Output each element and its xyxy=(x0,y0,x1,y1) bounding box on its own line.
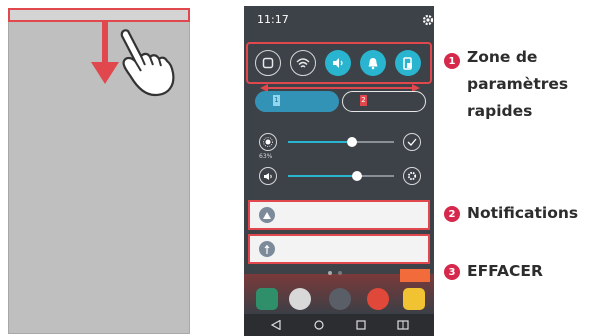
sim-card-1-label: 1 xyxy=(273,95,280,106)
callout-notifications: Notifications xyxy=(467,204,579,222)
dual-window-icon[interactable] xyxy=(397,320,409,330)
page-indicator-dot xyxy=(328,271,332,275)
usb-icon xyxy=(259,241,275,257)
notification-item-1[interactable] xyxy=(248,200,430,230)
clear-all-button[interactable] xyxy=(400,269,430,282)
browser-app-icon[interactable] xyxy=(367,288,389,310)
volume-knob[interactable] xyxy=(352,171,362,181)
warning-triangle-icon xyxy=(259,207,275,223)
recent-apps-icon[interactable] xyxy=(356,320,366,330)
sim-card-2-button[interactable]: 2 xyxy=(342,91,426,112)
settings-gear-icon[interactable] xyxy=(422,14,434,26)
callout-badge-2: 2 xyxy=(444,206,460,222)
status-time: 11:17 xyxy=(257,13,289,26)
apps-drawer-icon[interactable] xyxy=(329,288,351,310)
brightness-slider[interactable] xyxy=(288,137,394,147)
callout-clear: EFFACER xyxy=(467,262,543,280)
volume-fill xyxy=(288,175,357,177)
rotate-screen-icon[interactable] xyxy=(395,50,421,76)
volume-icon xyxy=(259,167,277,185)
callout-badge-1: 1 xyxy=(444,53,460,69)
status-bar-highlight[interactable] xyxy=(8,8,190,22)
phone-app-icon[interactable] xyxy=(256,288,278,310)
callout-badge-3: 3 xyxy=(444,264,460,280)
back-icon[interactable] xyxy=(271,320,281,330)
screen-capture-icon[interactable] xyxy=(255,50,281,76)
notification-bell-icon[interactable] xyxy=(360,50,386,76)
brightness-knob[interactable] xyxy=(347,137,357,147)
sim-card-2-label: 2 xyxy=(360,95,367,106)
page-indicator-dot xyxy=(338,271,342,275)
hand-pointer-icon xyxy=(120,29,175,97)
wifi-icon[interactable] xyxy=(290,50,316,76)
volume-settings-icon[interactable] xyxy=(403,167,421,185)
quick-settings-row xyxy=(246,42,432,84)
sim-card-1-button[interactable]: 1 xyxy=(255,91,339,112)
messages-app-icon[interactable] xyxy=(403,288,425,310)
volume-slider[interactable] xyxy=(288,171,394,181)
sound-icon[interactable] xyxy=(325,50,351,76)
brightness-icon xyxy=(259,133,277,151)
quick-settings-panel: 11:17 1 2 63% xyxy=(244,6,434,336)
contacts-app-icon[interactable] xyxy=(289,288,311,310)
navigation-bar xyxy=(244,314,434,336)
notification-item-2[interactable] xyxy=(248,234,430,264)
auto-brightness-check-icon[interactable] xyxy=(403,133,421,151)
brightness-percent: 63% xyxy=(259,153,273,160)
callout-quick-settings: Zone de paramètres rapides xyxy=(467,48,569,120)
brightness-fill xyxy=(288,141,352,143)
home-icon[interactable] xyxy=(314,320,324,330)
